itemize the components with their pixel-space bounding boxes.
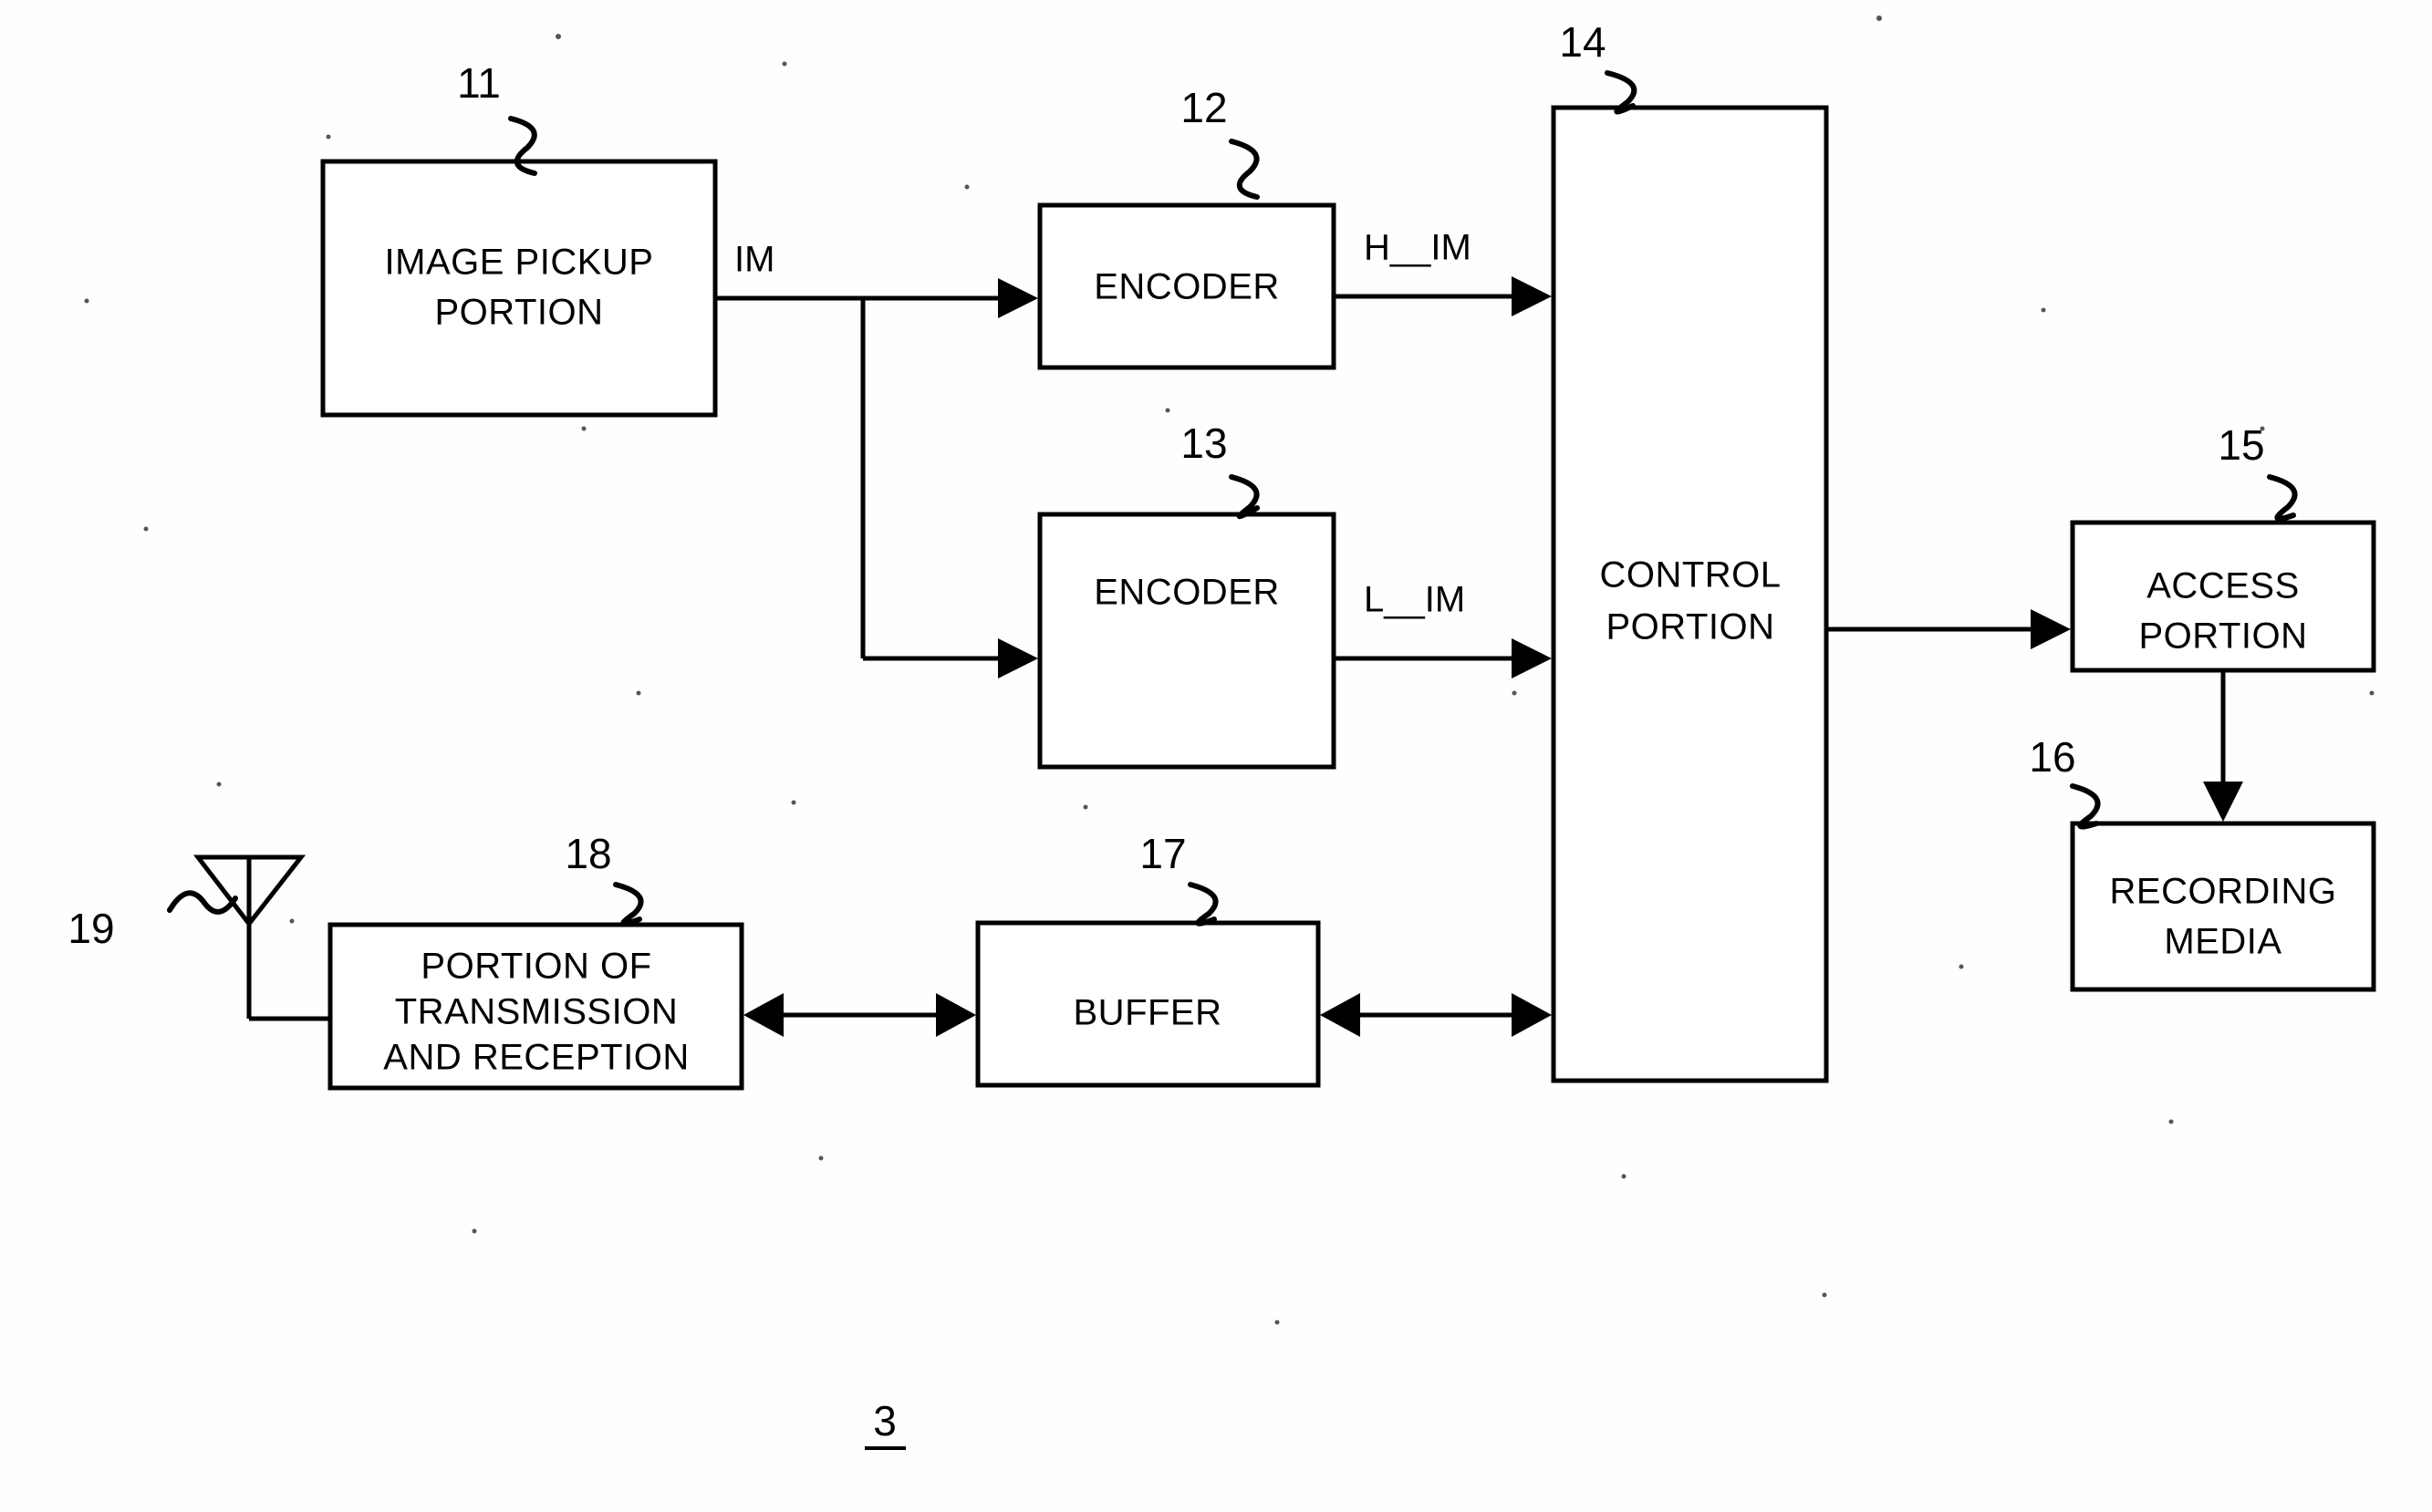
- connection-control-to-buffer: [1320, 993, 1552, 1037]
- arrow-head-l-im: [1512, 638, 1552, 678]
- ref-number-11: 11: [457, 59, 501, 107]
- ref-lead-15: 15: [2218, 421, 2298, 522]
- transmission-reception-label-line2: TRANSMISSION: [395, 992, 678, 1032]
- access-portion-label-line2: PORTION: [2138, 616, 2307, 657]
- lead-squiggle-13-icon: [1229, 474, 1260, 520]
- encoder-low-rect[interactable]: [1037, 512, 1336, 770]
- arrow-head-to-recording-media: [2203, 782, 2243, 822]
- arrow-head-buffer-left-2: [936, 993, 976, 1037]
- control-portion-label-line2: PORTION: [1606, 607, 1774, 647]
- lead-squiggle-12-icon: [1229, 139, 1260, 200]
- ref-number-15: 15: [2218, 421, 2264, 469]
- access-portion-label-line1: ACCESS: [2146, 566, 2300, 606]
- arrow-head-transmission-right: [743, 993, 784, 1037]
- arrow-head-to-encoder-high: [998, 278, 1038, 318]
- image-pickup-portion-label-line1: IMAGE PICKUP: [385, 243, 654, 283]
- connection-access-to-recording-media: [2203, 670, 2243, 822]
- signal-label-im: IM: [734, 240, 774, 280]
- antenna-symbol: 19: [68, 854, 332, 1021]
- lead-squiggle-15-icon: [2267, 474, 2298, 522]
- ref-number-18: 18: [565, 830, 611, 877]
- arrow-head-to-access: [2031, 609, 2071, 649]
- image-pickup-portion-label-line2: PORTION: [434, 293, 603, 333]
- ref-lead-16: 16: [2029, 733, 2101, 830]
- encoder-low-label: ENCODER: [1094, 573, 1280, 613]
- block-buffer[interactable]: BUFFER: [975, 920, 1321, 1088]
- recording-media-label-line1: RECORDING: [2110, 872, 2337, 912]
- block-control-portion[interactable]: CONTROL PORTION: [1551, 105, 1829, 1083]
- transmission-reception-label-line1: PORTION OF: [421, 947, 651, 987]
- control-portion-label-line1: CONTROL: [1599, 555, 1781, 595]
- lead-squiggle-17-icon: [1188, 882, 1219, 927]
- arrow-head-to-encoder-low: [998, 638, 1038, 678]
- encoder-high-label: ENCODER: [1094, 267, 1280, 307]
- block-portion-of-transmission-and-reception[interactable]: PORTION OF TRANSMISSION AND RECEPTION: [327, 922, 744, 1091]
- ref-number-14: 14: [1559, 18, 1606, 66]
- signal-label-h-im: H__IM: [1364, 228, 1471, 268]
- ref-lead-14: 14: [1559, 18, 1637, 115]
- ref-number-16: 16: [2029, 733, 2075, 781]
- block-encoder-low[interactable]: ENCODER: [1037, 512, 1336, 770]
- connection-buffer-to-transmission: [743, 993, 976, 1037]
- patent-figure-3: IMAGE PICKUP PORTION 11 ENCODER 12 ENCOD…: [0, 0, 2432, 1512]
- ref-number-12: 12: [1180, 84, 1227, 131]
- block-access-portion[interactable]: ACCESS PORTION: [2070, 520, 2376, 673]
- transmission-reception-label-line3: AND RECEPTION: [383, 1038, 689, 1078]
- ref-lead-13: 13: [1180, 419, 1260, 520]
- connection-control-to-access: [1826, 609, 2071, 649]
- ref-number-17: 17: [1139, 830, 1186, 877]
- image-pickup-portion-rect[interactable]: [320, 159, 718, 418]
- block-image-pickup-portion[interactable]: IMAGE PICKUP PORTION: [320, 159, 718, 418]
- arrow-head-buffer-left: [1320, 993, 1360, 1037]
- signal-label-l-im: L__IM: [1364, 580, 1465, 620]
- block-encoder-high[interactable]: ENCODER: [1037, 202, 1336, 370]
- block-diagram-canvas: IMAGE PICKUP PORTION 11 ENCODER 12 ENCOD…: [68, 16, 2376, 1450]
- lead-squiggle-16-icon: [2070, 783, 2101, 830]
- buffer-label: BUFFER: [1074, 993, 1222, 1033]
- ref-number-19: 19: [68, 905, 114, 952]
- figure-number: 3: [873, 1397, 897, 1445]
- block-recording-media[interactable]: RECORDING MEDIA: [2070, 821, 2376, 992]
- ref-lead-17: 17: [1139, 830, 1219, 927]
- arrow-head-h-im: [1512, 276, 1552, 316]
- ref-lead-11: 11: [457, 59, 537, 176]
- connection-pickup-to-encoders: IM: [715, 240, 1038, 678]
- arrow-head-control-right: [1512, 993, 1552, 1037]
- lead-squiggle-18-icon: [613, 882, 644, 927]
- connection-encoder-low-to-control: L__IM: [1334, 580, 1552, 678]
- ref-lead-18: 18: [565, 830, 644, 927]
- ref-number-13: 13: [1180, 419, 1227, 467]
- ref-lead-12: 12: [1180, 84, 1260, 200]
- figure-number-group: 3: [865, 1397, 906, 1450]
- recording-media-label-line2: MEDIA: [2164, 922, 2281, 962]
- connection-encoder-high-to-control: H__IM: [1334, 228, 1552, 316]
